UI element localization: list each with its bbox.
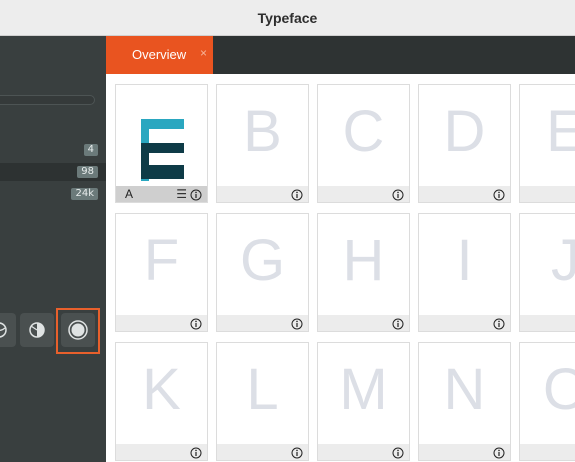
card-footer [318, 186, 409, 202]
glyph-letter: D [443, 99, 486, 164]
glyph-card[interactable]: M [317, 342, 410, 461]
card-footer: A ☰ [116, 186, 207, 202]
sidebar: 4 98 24k . [0, 36, 106, 462]
glyph-letter: C [342, 99, 385, 164]
tab-overview[interactable]: Overview × [106, 36, 213, 74]
glyph-card[interactable]: K [115, 342, 208, 461]
card-label: A [125, 187, 134, 201]
menu-icon[interactable]: ☰ [176, 187, 187, 201]
info-icon[interactable] [392, 317, 404, 330]
close-icon[interactable]: × [200, 46, 207, 60]
glyph-card[interactable]: B [216, 84, 309, 203]
glyph-letter: L [246, 357, 279, 422]
info-icon[interactable] [392, 188, 404, 201]
glyph-card[interactable]: F [115, 213, 208, 332]
card-footer [217, 186, 308, 202]
info-icon[interactable] [190, 188, 202, 201]
glyph-card[interactable]: C [317, 84, 410, 203]
glyph-card[interactable]: D [418, 84, 511, 203]
half-circle-icon [29, 322, 45, 338]
glyph-card[interactable]: A ☰ [115, 84, 208, 203]
glyph-letter: F [143, 228, 180, 293]
card-footer [419, 315, 510, 331]
glyph-card[interactable]: I [418, 213, 511, 332]
glyph-grid: A ☰ B C D E F G H I J K L M N O [106, 74, 575, 462]
info-icon[interactable] [493, 188, 505, 201]
glyph-card[interactable]: J [519, 213, 575, 332]
glyph-letter: N [443, 357, 486, 422]
info-icon[interactable] [392, 446, 404, 459]
title-bar: Typeface [0, 0, 575, 36]
glyph-card[interactable]: N [418, 342, 511, 461]
glyph-letter: M [339, 357, 388, 422]
info-icon[interactable] [190, 446, 202, 459]
card-footer [520, 315, 575, 331]
mode-button-2[interactable] [20, 313, 54, 347]
card-footer [318, 444, 409, 460]
annotation-highlight-box [56, 308, 100, 354]
card-footer [520, 444, 575, 460]
glyph-letter: K [142, 357, 181, 422]
info-icon[interactable] [493, 446, 505, 459]
info-icon[interactable] [493, 317, 505, 330]
sidebar-row[interactable]: 4 [0, 141, 106, 159]
card-footer [419, 186, 510, 202]
info-icon[interactable] [190, 317, 202, 330]
card-footer [116, 315, 207, 331]
info-icon[interactable] [291, 188, 303, 201]
glyph-letter: I [456, 228, 473, 293]
glyph-card[interactable]: O [519, 342, 575, 461]
glyph-letter: G [239, 228, 286, 293]
glyph-card[interactable]: E [519, 84, 575, 203]
info-icon[interactable] [291, 317, 303, 330]
mode-button-1[interactable] [0, 313, 16, 347]
count-badge: 24k [71, 188, 98, 200]
glyph-card[interactable]: G [216, 213, 309, 332]
glyph-preview-logo [141, 119, 184, 181]
count-badge: 98 [77, 166, 98, 178]
glyph-letter: B [243, 99, 282, 164]
card-footer [419, 444, 510, 460]
card-footer [116, 444, 207, 460]
glyph-letter: E [546, 99, 575, 164]
glyph-letter: O [542, 357, 575, 422]
glyph-letter: J [551, 228, 575, 293]
card-footer [217, 315, 308, 331]
globe-icon [0, 322, 7, 338]
sidebar-row-selected[interactable]: 98 [0, 163, 106, 181]
window-title: Typeface [257, 9, 318, 26]
glyph-card[interactable]: H [317, 213, 410, 332]
glyph-letter: H [342, 228, 385, 293]
sidebar-row[interactable]: 24k [0, 185, 106, 203]
glyph-card[interactable]: L [216, 342, 309, 461]
tab-bar: Overview × [106, 36, 575, 74]
count-badge: 4 [83, 144, 98, 156]
info-icon[interactable] [291, 446, 303, 459]
card-footer [217, 444, 308, 460]
card-footer [520, 186, 575, 202]
search-input[interactable] [0, 95, 95, 105]
tab-label: Overview [132, 47, 187, 62]
card-footer [318, 315, 409, 331]
